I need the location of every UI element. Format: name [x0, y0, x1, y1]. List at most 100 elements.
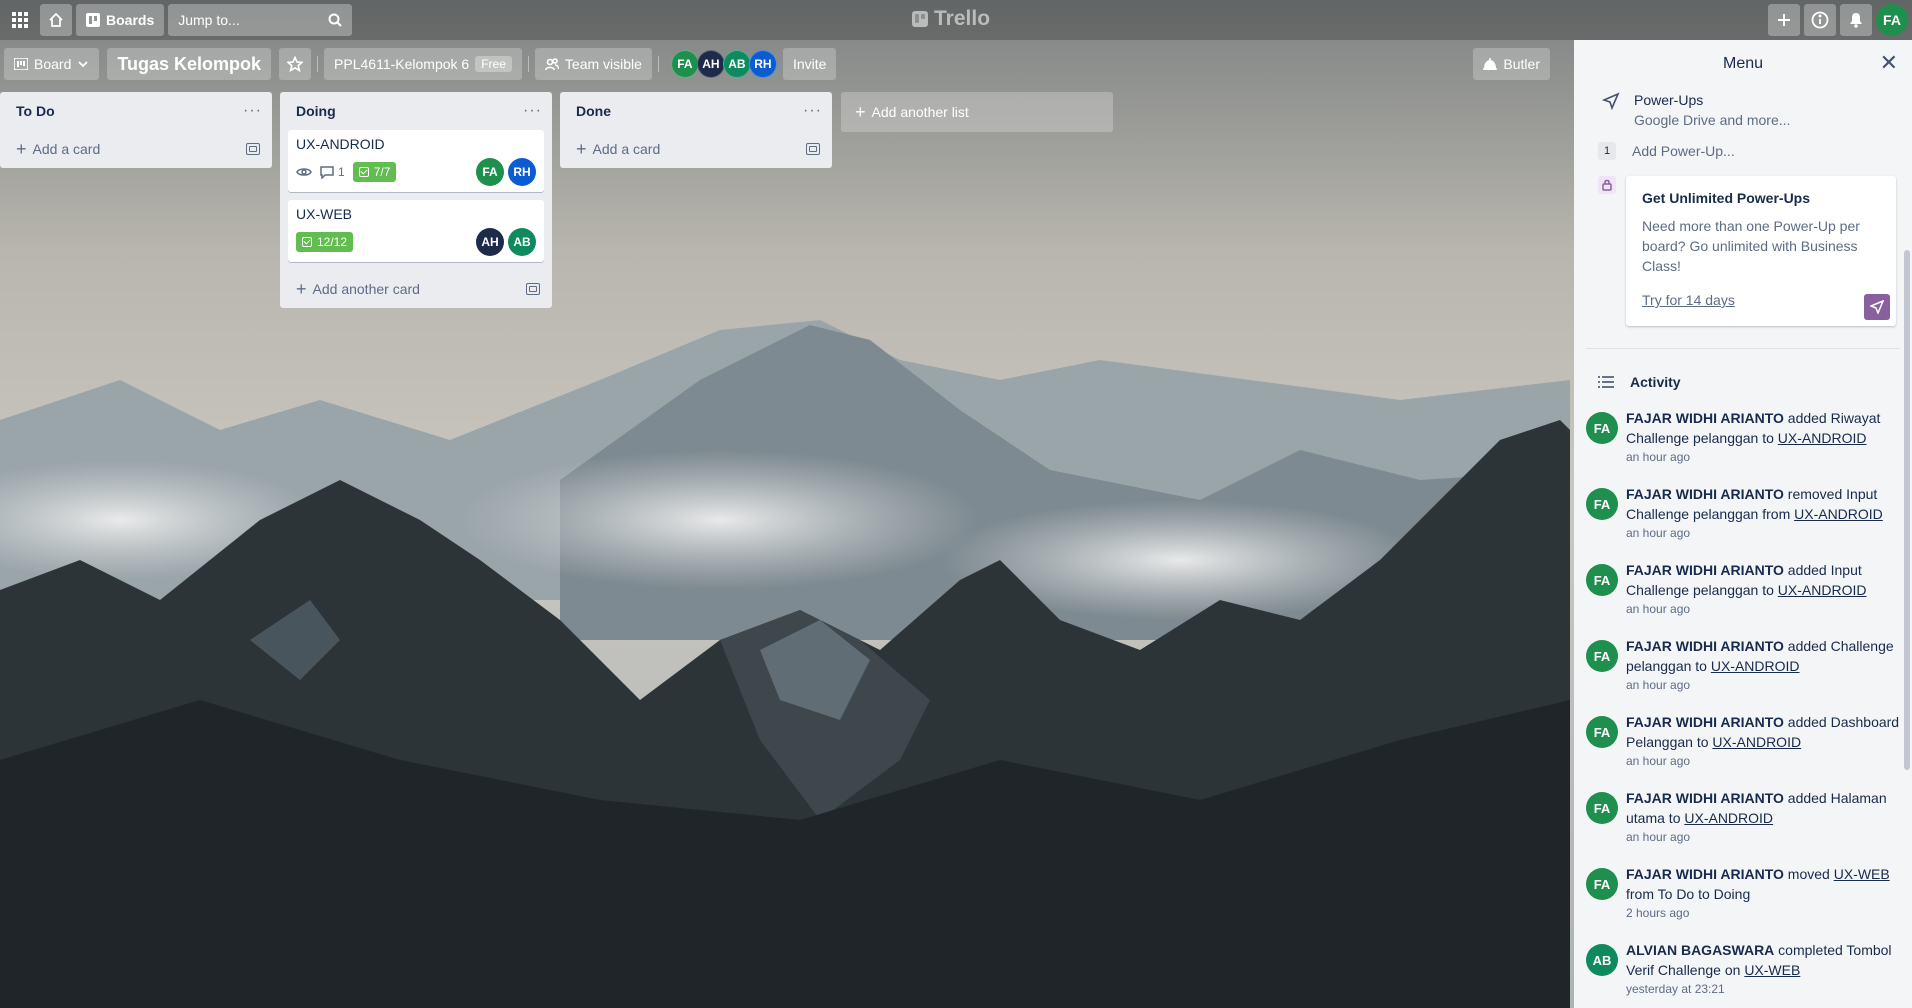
- member-avatar[interactable]: AB: [722, 50, 751, 78]
- card-ux-web[interactable]: UX-WEB 12/12 AH AB: [288, 200, 544, 262]
- card-template-icon[interactable]: [246, 143, 260, 155]
- add-card-button[interactable]: + Add another card: [280, 270, 552, 308]
- activity-time[interactable]: an hour ago: [1626, 524, 1906, 542]
- invite-button[interactable]: Invite: [782, 48, 837, 80]
- activity-user[interactable]: FAJAR WIDHI ARIANTO: [1626, 638, 1784, 654]
- home-button[interactable]: [40, 4, 72, 36]
- activity-time[interactable]: an hour ago: [1626, 752, 1906, 770]
- boards-button[interactable]: Boards: [76, 4, 165, 36]
- board-view-icon: [14, 58, 28, 70]
- list-menu-icon[interactable]: ···: [243, 102, 262, 120]
- activity-time[interactable]: yesterday at 23:21: [1626, 980, 1906, 998]
- star-button[interactable]: [279, 48, 312, 80]
- team-button[interactable]: PPL4611-Kelompok 6 Free: [324, 48, 522, 80]
- member-avatar[interactable]: RH: [748, 50, 777, 78]
- sidebar-scrollbar[interactable]: [1904, 250, 1910, 770]
- activity-title: Activity: [1630, 374, 1681, 390]
- activity-card-link[interactable]: UX-ANDROID: [1778, 582, 1867, 598]
- apps-grid-icon[interactable]: [4, 4, 36, 36]
- add-powerup-label: Add Power-Up...: [1632, 143, 1735, 159]
- powerups-item[interactable]: Power-Ups Google Drive and more...: [1602, 92, 1790, 128]
- section-divider: [1586, 348, 1900, 349]
- board-view-switcher[interactable]: Board: [4, 48, 100, 80]
- butler-icon: [1483, 58, 1498, 70]
- divider: [527, 56, 529, 72]
- activity-item: FA FAJAR WIDHI ARIANTO added Input Chall…: [1586, 560, 1906, 636]
- board-members: FA AH AB RH: [670, 50, 777, 78]
- card-member-avatar[interactable]: AB: [508, 228, 536, 256]
- activity-card-link[interactable]: UX-ANDROID: [1711, 658, 1800, 674]
- jump-placeholder: Jump to...: [178, 12, 240, 28]
- send-icon[interactable]: [1864, 294, 1890, 320]
- activity-avatar[interactable]: FA: [1586, 716, 1618, 748]
- trello-logo[interactable]: Trello: [912, 7, 990, 31]
- list-menu-icon[interactable]: ···: [803, 102, 822, 120]
- card-member-avatar[interactable]: AH: [476, 228, 504, 256]
- card-template-icon[interactable]: [526, 283, 540, 295]
- activity-user[interactable]: FAJAR WIDHI ARIANTO: [1626, 410, 1784, 426]
- add-card-button[interactable]: + Add a card: [0, 130, 272, 168]
- visibility-button[interactable]: Team visible: [534, 48, 652, 80]
- card-template-icon[interactable]: [806, 143, 820, 155]
- logo-text: Trello: [934, 7, 991, 30]
- create-button[interactable]: [1768, 4, 1800, 36]
- activity-avatar[interactable]: FA: [1586, 868, 1618, 900]
- add-card-label: Add a card: [592, 141, 661, 157]
- info-button[interactable]: [1804, 4, 1836, 36]
- activity-user[interactable]: FAJAR WIDHI ARIANTO: [1626, 714, 1784, 730]
- activity-card-link[interactable]: UX-ANDROID: [1794, 506, 1883, 522]
- activity-avatar[interactable]: FA: [1586, 564, 1618, 596]
- notifications-button[interactable]: [1840, 4, 1872, 36]
- activity-item: FA FAJAR WIDHI ARIANTO removed Input Cha…: [1586, 484, 1906, 560]
- activity-user[interactable]: FAJAR WIDHI ARIANTO: [1626, 562, 1784, 578]
- member-avatar[interactable]: AH: [696, 50, 725, 78]
- activity-card-link[interactable]: UX-WEB: [1834, 866, 1890, 882]
- add-card-button[interactable]: + Add a card: [560, 130, 832, 168]
- jump-to-search[interactable]: Jump to...: [168, 4, 353, 36]
- card-member-avatar[interactable]: FA: [476, 158, 504, 186]
- close-icon[interactable]: ✕: [1880, 52, 1898, 74]
- activity-avatar[interactable]: FA: [1586, 412, 1618, 444]
- board-title[interactable]: Tugas Kelompok: [107, 48, 272, 80]
- add-list-label: Add another list: [871, 104, 969, 120]
- activity-user[interactable]: ALVIAN BAGASWARA: [1626, 942, 1774, 958]
- add-list-button[interactable]: + Add another list: [841, 92, 1113, 132]
- list-menu-icon[interactable]: ···: [523, 102, 542, 120]
- activity-user[interactable]: FAJAR WIDHI ARIANTO: [1626, 486, 1784, 502]
- activity-avatar[interactable]: AB: [1586, 944, 1618, 976]
- user-avatar[interactable]: FA: [1876, 4, 1908, 36]
- watch-eye-icon: [296, 168, 312, 176]
- activity-avatar[interactable]: FA: [1586, 792, 1618, 824]
- plus-icon: +: [296, 279, 307, 299]
- activity-card-link[interactable]: UX-WEB: [1744, 962, 1800, 978]
- card-title: UX-ANDROID: [296, 136, 385, 152]
- activity-user[interactable]: FAJAR WIDHI ARIANTO: [1626, 790, 1784, 806]
- try-free-link[interactable]: Try for 14 days: [1642, 292, 1735, 308]
- add-card-label: Add a card: [32, 141, 101, 157]
- activity-time[interactable]: 2 hours ago: [1626, 904, 1906, 922]
- activity-avatar[interactable]: FA: [1586, 640, 1618, 672]
- promo-body: Need more than one Power-Up per board? G…: [1642, 218, 1860, 274]
- card-ux-android[interactable]: UX-ANDROID 1 7/7 FA RH: [288, 130, 544, 192]
- activity-card-link[interactable]: UX-ANDROID: [1684, 810, 1773, 826]
- member-avatar[interactable]: FA: [670, 50, 699, 78]
- list-title[interactable]: To Do: [16, 103, 55, 119]
- activity-time[interactable]: an hour ago: [1626, 448, 1906, 466]
- list-doing: Doing ··· UX-ANDROID 1 7/7 FA RH UX-WEB …: [280, 92, 552, 308]
- activity-time[interactable]: an hour ago: [1626, 600, 1906, 618]
- list-title[interactable]: Doing: [296, 103, 336, 119]
- powerup-count-badge: 1: [1598, 142, 1616, 160]
- card-member-avatar[interactable]: RH: [508, 158, 536, 186]
- list-title[interactable]: Done: [576, 103, 611, 119]
- activity-time[interactable]: an hour ago: [1626, 828, 1906, 846]
- add-powerup-button[interactable]: 1 Add Power-Up...: [1598, 142, 1735, 160]
- activity-card-link[interactable]: UX-ANDROID: [1778, 430, 1867, 446]
- activity-card-link[interactable]: UX-ANDROID: [1712, 734, 1801, 750]
- top-header: Boards Jump to... Trello FA: [0, 0, 1912, 40]
- activity-time[interactable]: an hour ago: [1626, 676, 1906, 694]
- activity-avatar[interactable]: FA: [1586, 488, 1618, 520]
- checklist-icon: [358, 167, 369, 177]
- butler-button[interactable]: Butler: [1473, 48, 1550, 80]
- activity-item: FA FAJAR WIDHI ARIANTO added Riwayat Cha…: [1586, 408, 1906, 484]
- activity-user[interactable]: FAJAR WIDHI ARIANTO: [1626, 866, 1784, 882]
